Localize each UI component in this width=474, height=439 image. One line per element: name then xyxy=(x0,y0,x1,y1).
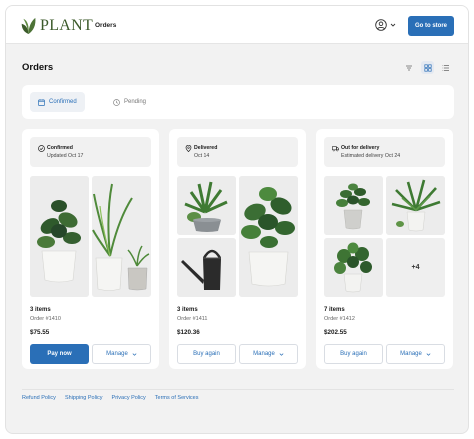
status-tabs: Confirmed Pending xyxy=(22,85,454,119)
more-images-tile[interactable]: +4 xyxy=(386,238,445,297)
chevron-down-icon xyxy=(132,352,137,356)
product-image-jade-plant[interactable] xyxy=(324,176,383,235)
profile-menu[interactable] xyxy=(375,19,396,31)
clock-icon xyxy=(113,98,120,106)
terms-of-services-link[interactable]: Terms of Services xyxy=(155,395,199,401)
status-title: Delivered xyxy=(194,145,218,151)
app-window: PLANT Orders Go to store Orders Confirme… xyxy=(5,5,469,434)
order-number: Order #1411 xyxy=(177,316,208,322)
refund-policy-link[interactable]: Refund Policy xyxy=(22,395,56,401)
grid-view-button[interactable] xyxy=(421,61,434,74)
brand-logo[interactable]: PLANT xyxy=(20,16,93,35)
filter-icon xyxy=(405,65,412,70)
status-title: Confirmed xyxy=(47,145,73,151)
nav-orders-link[interactable]: Orders xyxy=(95,22,116,29)
order-total: $75.55 xyxy=(30,329,50,336)
product-image-succulent-bowl[interactable] xyxy=(177,176,236,235)
status-detail: Updated Oct 17 xyxy=(47,153,84,159)
buy-again-button[interactable]: Buy again xyxy=(177,344,236,364)
plant-image xyxy=(324,238,383,297)
product-image-watering-can[interactable] xyxy=(177,238,236,297)
manage-label: Manage xyxy=(253,351,275,357)
brand-name: PLANT xyxy=(40,17,94,34)
privacy-policy-link[interactable]: Privacy Policy xyxy=(112,395,146,401)
manage-button[interactable]: Manage xyxy=(239,344,298,364)
order-status: Out for delivery Estimated delivery Oct … xyxy=(324,137,445,167)
order-status: Confirmed Updated Oct 17 xyxy=(30,137,151,167)
shipping-policy-link[interactable]: Shipping Policy xyxy=(65,395,103,401)
items-count: 7 items xyxy=(324,307,345,313)
plant-image xyxy=(30,176,89,297)
plant-image xyxy=(92,176,151,297)
footer-links: Refund Policy Shipping Policy Privacy Po… xyxy=(22,395,199,401)
chevron-down-icon xyxy=(390,23,396,27)
location-pin-icon xyxy=(185,145,192,152)
top-header: PLANT Orders Go to store xyxy=(6,6,468,44)
tab-label: Confirmed xyxy=(49,99,77,105)
manage-button[interactable]: Manage xyxy=(92,344,151,364)
plant-image xyxy=(324,176,383,235)
user-circle-icon xyxy=(375,19,387,31)
order-card: Confirmed Updated Oct 17 3 items Order #… xyxy=(22,129,159,369)
order-status: Delivered Oct 14 xyxy=(177,137,298,167)
order-card: Out for delivery Estimated delivery Oct … xyxy=(316,129,453,369)
chevron-down-icon xyxy=(279,352,284,356)
leaf-logo-icon xyxy=(21,17,36,34)
status-title: Out for delivery xyxy=(341,145,380,151)
product-image-spider-plants[interactable] xyxy=(92,176,151,297)
check-circle-icon xyxy=(38,145,45,152)
plant-image xyxy=(177,176,236,235)
tab-confirmed[interactable]: Confirmed xyxy=(30,92,85,112)
list-view-icon xyxy=(442,64,449,71)
manage-label: Manage xyxy=(106,351,128,357)
pay-now-button[interactable]: Pay now xyxy=(30,344,89,364)
footer-divider xyxy=(22,389,454,390)
grid-view-icon xyxy=(423,63,432,72)
buy-again-button[interactable]: Buy again xyxy=(324,344,383,364)
calendar-icon xyxy=(38,98,45,106)
plant-image xyxy=(386,176,445,235)
order-number: Order #1412 xyxy=(324,316,355,322)
tab-pending[interactable]: Pending xyxy=(105,92,154,112)
product-images xyxy=(30,176,151,297)
product-image-zz-plant[interactable] xyxy=(30,176,89,297)
order-total: $202.55 xyxy=(324,329,347,336)
filter-button[interactable] xyxy=(402,61,415,74)
manage-button[interactable]: Manage xyxy=(386,344,445,364)
product-image-pilea[interactable] xyxy=(324,238,383,297)
order-number: Order #1410 xyxy=(30,316,61,322)
product-image-palm[interactable] xyxy=(386,176,445,235)
list-view-button[interactable] xyxy=(439,61,452,74)
manage-label: Manage xyxy=(400,351,422,357)
items-count: 3 items xyxy=(30,307,51,313)
product-image-fiddle-leaf[interactable] xyxy=(239,176,298,297)
order-card: Delivered Oct 14 3 items Order #1411 $12… xyxy=(169,129,306,369)
plant-image xyxy=(239,176,298,297)
items-count: 3 items xyxy=(177,307,198,313)
tab-label: Pending xyxy=(124,99,147,105)
page-title: Orders xyxy=(22,62,54,73)
order-total: $120.36 xyxy=(177,329,200,336)
product-images: +4 xyxy=(324,176,445,297)
truck-icon xyxy=(332,146,339,152)
product-images xyxy=(177,176,298,297)
go-to-store-button[interactable]: Go to store xyxy=(408,16,454,36)
chevron-down-icon xyxy=(426,352,431,356)
status-detail: Estimated delivery Oct 24 xyxy=(341,153,401,159)
watering-can-image xyxy=(177,238,236,297)
status-detail: Oct 14 xyxy=(194,153,210,159)
